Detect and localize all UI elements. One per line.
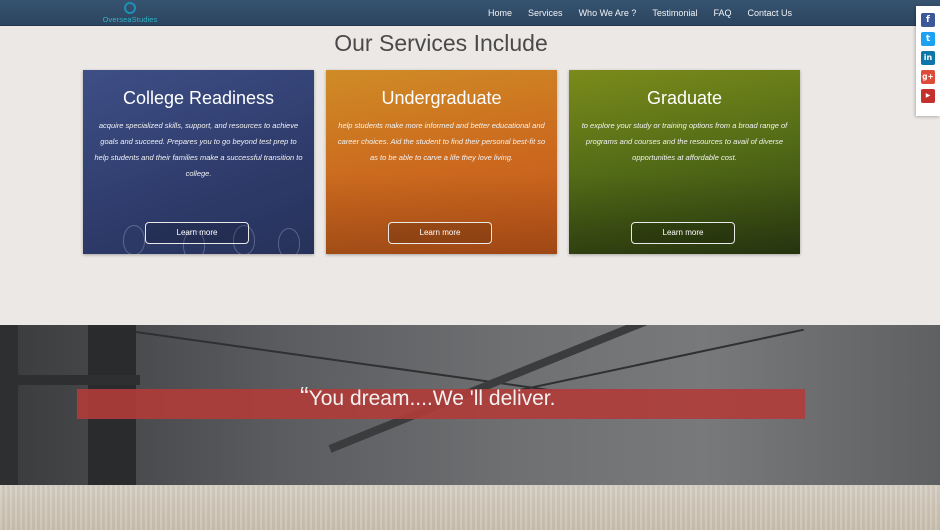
facebook-icon[interactable]: f — [921, 13, 935, 27]
site-logo[interactable]: OverseaStudies — [100, 1, 160, 25]
quote-banner: “You dream....We 'll deliver. — [0, 325, 940, 485]
nav-home[interactable]: Home — [488, 8, 512, 18]
nav-faq[interactable]: FAQ — [713, 8, 731, 18]
googleplus-icon[interactable]: g+ — [921, 70, 935, 84]
nav-who-we-are[interactable]: Who We Are ? — [579, 8, 637, 18]
bridge-beam — [0, 375, 140, 385]
logo-ring-icon — [124, 2, 136, 14]
card-text: help students make more informed and bet… — [337, 121, 546, 162]
paper-grain — [0, 485, 940, 530]
card-text: acquire specialized skills, support, and… — [94, 121, 303, 178]
card-title: Undergraduate — [381, 88, 502, 108]
lightbulb-icon — [123, 225, 145, 254]
nav-contact-us[interactable]: Contact Us — [747, 8, 792, 18]
lightbulb-icon — [278, 228, 300, 254]
social-sidebar: f t in g+ ▶ — [916, 6, 940, 116]
bridge-tower — [0, 325, 18, 485]
learn-more-button[interactable]: Learn more — [388, 222, 492, 244]
bridge-cable — [519, 328, 804, 391]
card-title: Graduate — [646, 88, 723, 108]
learn-more-button[interactable]: Learn more — [145, 222, 249, 244]
linkedin-icon[interactable]: in — [921, 51, 935, 65]
twitter-icon[interactable]: t — [921, 32, 935, 46]
youtube-icon[interactable]: ▶ — [921, 89, 935, 103]
footer-texture — [0, 485, 940, 530]
services-title: Our Services Include — [334, 30, 548, 56]
nav-testimonial[interactable]: Testimonial — [652, 8, 697, 18]
main-nav: Home Services Who We Are ? Testimonial F… — [488, 0, 792, 26]
quote-text: You dream....We 'll deliver. — [308, 387, 556, 410]
banner-quote: “You dream....We 'll deliver. — [300, 381, 556, 418]
card-title: College Readiness — [122, 88, 275, 108]
card-text: to explore your study or training option… — [581, 121, 788, 162]
service-card-undergraduate: Undergraduate help students make more in… — [326, 70, 557, 254]
logo-text: OverseaStudies — [102, 15, 158, 24]
quote-mark: “ — [300, 381, 309, 411]
service-card-college-readiness: College Readiness acquire specialized sk… — [83, 70, 314, 254]
top-navbar: OverseaStudies Home Services Who We Are … — [0, 0, 940, 26]
learn-more-button[interactable]: Learn more — [631, 222, 735, 244]
nav-services[interactable]: Services — [528, 8, 563, 18]
service-card-graduate: Graduate to explore your study or traini… — [569, 70, 800, 254]
